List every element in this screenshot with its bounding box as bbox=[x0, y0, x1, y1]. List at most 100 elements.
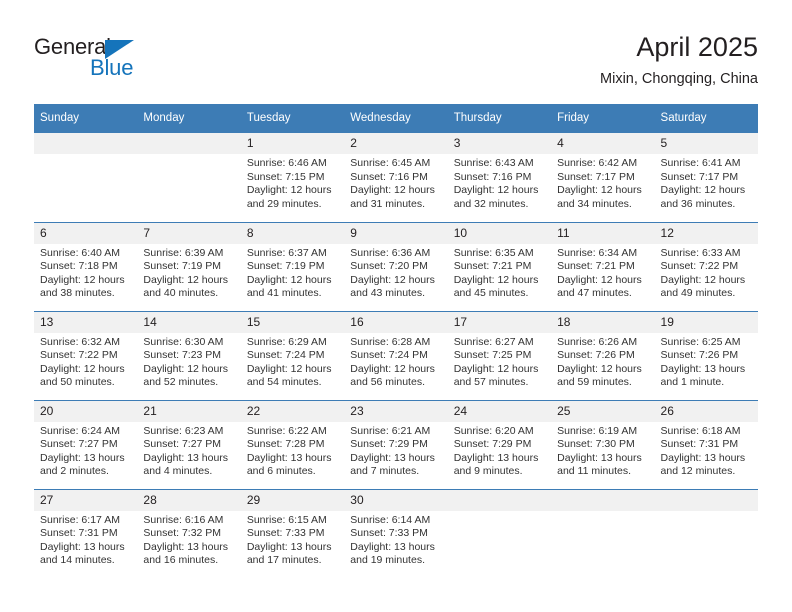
calendar-day-cell[interactable]: 4 Sunrise: 6:42 AM Sunset: 7:17 PM Daylight… bbox=[551, 133, 655, 222]
calendar-day-cell[interactable]: 14 Sunrise: 6:30 AM Sunset: 7:23 PM Dayligh… bbox=[137, 310, 241, 400]
calendar-day-cell[interactable]: 13 Sunrise: 6:32 AM Sunset: 7:22 PM Dayligh… bbox=[34, 310, 138, 400]
sunset-text: Sunset: 7:29 PM bbox=[453, 438, 532, 451]
page-subtitle-location: Mixin, Chongqing, China bbox=[600, 71, 758, 87]
day-details: Sunrise: 6:22 AM Sunset: 7:28 PM Daylight:… bbox=[241, 422, 344, 479]
sunrise-text: Sunrise: 6:23 AM bbox=[143, 424, 224, 437]
daylight-text: Daylight: 13 hours and 1 minute. bbox=[660, 362, 746, 389]
sunset-text: Sunset: 7:17 PM bbox=[660, 170, 739, 183]
day-number: 18 bbox=[551, 311, 655, 333]
sunset-text: Sunset: 7:33 PM bbox=[246, 527, 325, 540]
calendar-day-cell[interactable]: 30 Sunrise: 6:14 AM Sunset: 7:33 PM Dayligh… bbox=[344, 488, 448, 578]
sunrise-text: Sunrise: 6:17 AM bbox=[40, 513, 120, 526]
calendar-day-cell[interactable]: 5 Sunrise: 6:41 AM Sunset: 7:17 PM Daylight… bbox=[654, 133, 758, 222]
day-number: 3 bbox=[447, 133, 552, 154]
day-details: Sunrise: 6:19 AM Sunset: 7:30 PM Daylight:… bbox=[551, 422, 654, 479]
day-number: 25 bbox=[551, 400, 655, 422]
calendar-day-cell[interactable]: 2 Sunrise: 6:45 AM Sunset: 7:16 PM Daylight… bbox=[344, 133, 448, 222]
daylight-text: Daylight: 13 hours and 4 minutes. bbox=[143, 451, 229, 478]
calendar-day-cell[interactable]: 29 Sunrise: 6:15 AM Sunset: 7:33 PM Dayligh… bbox=[240, 488, 345, 578]
weekday-header-sunday: Sunday bbox=[34, 104, 138, 133]
day-number bbox=[34, 133, 138, 154]
daylight-text: Daylight: 13 hours and 16 minutes. bbox=[143, 540, 229, 567]
calendar-day-cell[interactable]: 6 Sunrise: 6:40 AM Sunset: 7:18 PM Daylight… bbox=[34, 221, 138, 311]
daylight-text: Daylight: 12 hours and 43 minutes. bbox=[350, 273, 435, 300]
sunrise-text: Sunrise: 6:19 AM bbox=[557, 424, 638, 437]
day-details: Sunrise: 6:23 AM Sunset: 7:27 PM Daylight:… bbox=[137, 422, 240, 479]
calendar-day-cell[interactable]: 21 Sunrise: 6:23 AM Sunset: 7:27 PM Dayligh… bbox=[137, 399, 241, 489]
calendar-day-cell[interactable]: 24 Sunrise: 6:20 AM Sunset: 7:29 PM Dayligh… bbox=[447, 399, 552, 489]
calendar-day-cell[interactable]: 18 Sunrise: 6:26 AM Sunset: 7:26 PM Dayligh… bbox=[551, 310, 655, 400]
calendar-day-cell[interactable]: 26 Sunrise: 6:18 AM Sunset: 7:31 PM Dayligh… bbox=[654, 399, 758, 489]
sunrise-text: Sunrise: 6:41 AM bbox=[660, 157, 741, 169]
sunset-text: Sunset: 7:18 PM bbox=[40, 260, 118, 273]
sunset-text: Sunset: 7:19 PM bbox=[143, 260, 222, 273]
sunrise-text: Sunrise: 6:18 AM bbox=[660, 424, 741, 437]
sunrise-text: Sunrise: 6:25 AM bbox=[660, 335, 741, 348]
day-details: Sunrise: 6:16 AM Sunset: 7:32 PM Daylight:… bbox=[137, 511, 240, 568]
daylight-text: Daylight: 12 hours and 49 minutes. bbox=[660, 273, 746, 300]
calendar-day-cell[interactable]: 22 Sunrise: 6:22 AM Sunset: 7:28 PM Dayligh… bbox=[240, 399, 345, 489]
day-number: 14 bbox=[137, 311, 241, 333]
day-number: 10 bbox=[447, 222, 552, 244]
sunrise-text: Sunrise: 6:35 AM bbox=[453, 246, 534, 259]
sunrise-text: Sunrise: 6:32 AM bbox=[40, 335, 120, 348]
calendar-day-cell[interactable]: 17 Sunrise: 6:27 AM Sunset: 7:25 PM Dayligh… bbox=[447, 310, 552, 400]
calendar-day-cell[interactable]: 28 Sunrise: 6:16 AM Sunset: 7:32 PM Dayligh… bbox=[137, 488, 241, 578]
sunset-text: Sunset: 7:22 PM bbox=[40, 349, 118, 362]
day-number: 30 bbox=[344, 489, 448, 511]
sunset-text: Sunset: 7:25 PM bbox=[453, 349, 532, 362]
daylight-text: Daylight: 13 hours and 2 minutes. bbox=[40, 451, 125, 478]
daylight-text: Daylight: 13 hours and 9 minutes. bbox=[453, 451, 539, 478]
calendar-day-cell[interactable]: 10 Sunrise: 6:35 AM Sunset: 7:21 PM Dayligh… bbox=[447, 221, 552, 311]
calendar-day-cell[interactable]: 11 Sunrise: 6:34 AM Sunset: 7:21 PM Dayligh… bbox=[551, 221, 655, 311]
daylight-text: Daylight: 13 hours and 12 minutes. bbox=[660, 451, 746, 478]
calendar-day-cell[interactable]: 8 Sunrise: 6:37 AM Sunset: 7:19 PM Daylight… bbox=[240, 221, 345, 311]
day-details: Sunrise: 6:14 AM Sunset: 7:33 PM Daylight:… bbox=[344, 511, 447, 568]
calendar-day-cell[interactable]: 23 Sunrise: 6:21 AM Sunset: 7:29 PM Dayligh… bbox=[344, 399, 448, 489]
daylight-text: Daylight: 12 hours and 40 minutes. bbox=[143, 273, 229, 300]
page-header: General Blue April 2025 Mixin, Chongqing… bbox=[34, 30, 758, 92]
title-block: April 2025 Mixin, Chongqing, China bbox=[600, 30, 758, 90]
calendar-day-cell[interactable]: 27 Sunrise: 6:17 AM Sunset: 7:31 PM Dayligh… bbox=[34, 488, 138, 578]
sunrise-text: Sunrise: 6:15 AM bbox=[246, 513, 327, 526]
sunrise-text: Sunrise: 6:34 AM bbox=[557, 246, 638, 259]
calendar-week-row: 20 Sunrise: 6:24 AM Sunset: 7:27 PM Dayligh… bbox=[34, 399, 758, 489]
sunrise-text: Sunrise: 6:24 AM bbox=[40, 424, 120, 437]
calendar-day-cell[interactable]: 19 Sunrise: 6:25 AM Sunset: 7:26 PM Dayligh… bbox=[654, 310, 758, 400]
day-number: 13 bbox=[34, 311, 138, 333]
calendar-day-cell[interactable]: 20 Sunrise: 6:24 AM Sunset: 7:27 PM Dayligh… bbox=[34, 399, 138, 489]
day-details: Sunrise: 6:46 AM Sunset: 7:15 PM Daylight:… bbox=[241, 154, 344, 211]
daylight-text: Daylight: 13 hours and 11 minutes. bbox=[557, 451, 642, 478]
weekday-header-monday: Monday bbox=[137, 104, 241, 133]
sunset-text: Sunset: 7:22 PM bbox=[660, 260, 739, 273]
day-details: Sunrise: 6:43 AM Sunset: 7:16 PM Daylight:… bbox=[448, 154, 551, 211]
sunset-text: Sunset: 7:17 PM bbox=[557, 170, 635, 183]
day-number: 26 bbox=[654, 400, 758, 422]
calendar-day-cell[interactable]: 3 Sunrise: 6:43 AM Sunset: 7:16 PM Daylight… bbox=[447, 133, 552, 222]
sunrise-text: Sunrise: 6:30 AM bbox=[143, 335, 224, 348]
calendar-day-cell[interactable]: 12 Sunrise: 6:33 AM Sunset: 7:22 PM Dayligh… bbox=[654, 221, 758, 311]
calendar-week-row: 1 Sunrise: 6:46 AM Sunset: 7:15 PM Daylight… bbox=[34, 133, 758, 222]
calendar-day-cell[interactable]: 16 Sunrise: 6:28 AM Sunset: 7:24 PM Dayligh… bbox=[344, 310, 448, 400]
day-details: Sunrise: 6:36 AM Sunset: 7:20 PM Daylight:… bbox=[344, 244, 447, 301]
daylight-text: Daylight: 12 hours and 59 minutes. bbox=[557, 362, 642, 389]
day-number: 20 bbox=[34, 400, 138, 422]
calendar-day-cell[interactable]: 7 Sunrise: 6:39 AM Sunset: 7:19 PM Daylight… bbox=[137, 221, 241, 311]
day-number bbox=[654, 489, 758, 511]
sunset-text: Sunset: 7:16 PM bbox=[453, 170, 532, 183]
day-number: 5 bbox=[654, 133, 758, 154]
sunrise-text: Sunrise: 6:37 AM bbox=[246, 246, 327, 259]
day-details: Sunrise: 6:24 AM Sunset: 7:27 PM Daylight:… bbox=[34, 422, 137, 479]
sunset-text: Sunset: 7:30 PM bbox=[557, 438, 635, 451]
calendar-day-cell[interactable]: 15 Sunrise: 6:29 AM Sunset: 7:24 PM Dayligh… bbox=[240, 310, 345, 400]
sunrise-text: Sunrise: 6:28 AM bbox=[350, 335, 431, 348]
calendar-day-cell[interactable]: 25 Sunrise: 6:19 AM Sunset: 7:30 PM Dayligh… bbox=[551, 399, 655, 489]
day-number: 24 bbox=[447, 400, 552, 422]
calendar-day-cell[interactable]: 9 Sunrise: 6:36 AM Sunset: 7:20 PM Daylight… bbox=[344, 221, 448, 311]
calendar-day-cell[interactable]: 1 Sunrise: 6:46 AM Sunset: 7:15 PM Daylight… bbox=[240, 133, 345, 222]
weekday-header-wednesday: Wednesday bbox=[344, 104, 448, 133]
sunset-text: Sunset: 7:27 PM bbox=[40, 438, 118, 451]
day-number: 2 bbox=[344, 133, 448, 154]
sunset-text: Sunset: 7:33 PM bbox=[350, 527, 428, 540]
day-number: 6 bbox=[34, 222, 138, 244]
